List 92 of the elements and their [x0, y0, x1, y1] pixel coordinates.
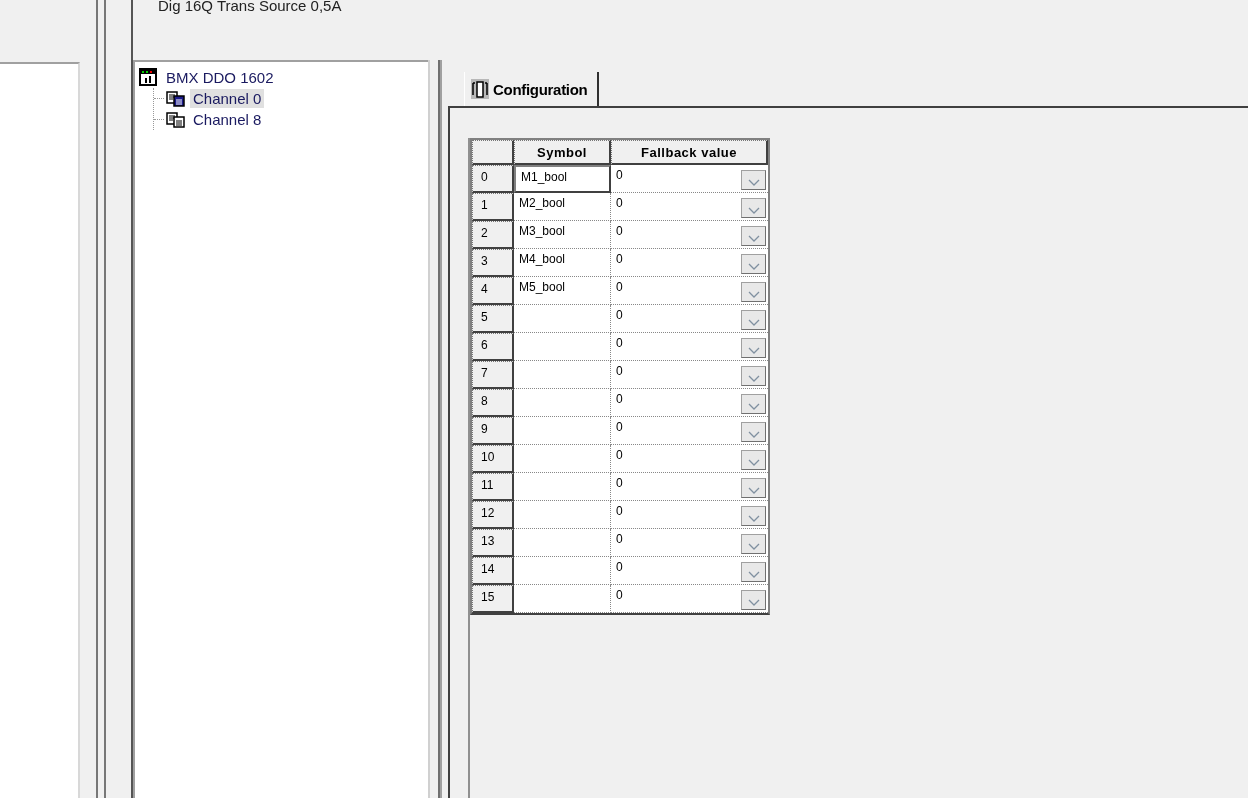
documents-icon	[166, 111, 186, 128]
chevron-down-icon	[747, 319, 760, 326]
symbol-cell[interactable]	[514, 585, 611, 613]
dropdown-button[interactable]	[741, 562, 766, 582]
symbol-cell[interactable]	[514, 305, 611, 333]
table-cell-text: 0	[616, 252, 623, 268]
splitter[interactable]	[428, 60, 440, 798]
table-cell-text: 0	[616, 336, 623, 352]
chevron-down-icon	[747, 459, 760, 466]
row-header: 8	[472, 389, 514, 417]
table-cell-text: 0	[616, 168, 623, 184]
table-cell-text: 0	[616, 476, 623, 492]
chevron-down-icon	[747, 599, 760, 606]
symbol-cell[interactable]	[514, 557, 611, 585]
row-header: 13	[472, 529, 514, 557]
dropdown-button[interactable]	[741, 282, 766, 302]
module-icon	[139, 68, 157, 86]
chevron-down-icon	[747, 431, 760, 438]
dropdown-button[interactable]	[741, 310, 766, 330]
dropdown-button[interactable]	[741, 450, 766, 470]
row-header: 6	[472, 333, 514, 361]
row-header: 5	[472, 305, 514, 333]
chevron-down-icon	[747, 543, 760, 550]
table-cell-text: 0	[616, 364, 623, 380]
tree-item[interactable]: Channel 0	[190, 89, 265, 108]
table-cell-text: 0	[616, 560, 623, 576]
dropdown-button[interactable]	[741, 254, 766, 274]
symbol-cell[interactable]	[514, 389, 611, 417]
column-header: Symbol	[514, 140, 611, 165]
symbol-cell[interactable]: M2_bool	[514, 193, 611, 221]
row-header: 9	[472, 417, 514, 445]
chevron-down-icon	[747, 487, 760, 494]
row-header: 4	[472, 277, 514, 305]
table-cell-text: 0	[616, 448, 623, 464]
table-cell-text: 0	[616, 588, 623, 604]
chevron-down-icon	[747, 207, 760, 214]
symbol-cell[interactable]	[514, 417, 611, 445]
documents-icon	[166, 90, 186, 107]
row-header: 2	[472, 221, 514, 249]
row-header: 7	[472, 361, 514, 389]
row-header: 15	[472, 585, 514, 613]
chevron-down-icon	[747, 571, 760, 578]
symbol-cell[interactable]: M4_bool	[514, 249, 611, 277]
dropdown-button[interactable]	[741, 366, 766, 386]
dropdown-button[interactable]	[741, 506, 766, 526]
symbol-cell[interactable]	[514, 361, 611, 389]
row-header: 3	[472, 249, 514, 277]
dropdown-button[interactable]	[741, 590, 766, 610]
dropdown-button[interactable]	[741, 478, 766, 498]
module-icon	[471, 79, 489, 99]
table-cell-text: 0	[616, 392, 623, 408]
chevron-down-icon	[747, 291, 760, 298]
chevron-down-icon	[747, 375, 760, 382]
table-cell-text: 0	[616, 420, 623, 436]
symbol-cell[interactable]: M1_bool	[514, 165, 611, 193]
symbol-cell[interactable]	[514, 333, 611, 361]
row-header: 11	[472, 473, 514, 501]
chevron-down-icon	[747, 235, 760, 242]
symbol-cell[interactable]: M3_bool	[514, 221, 611, 249]
dropdown-button[interactable]	[741, 170, 766, 190]
row-header: 1	[472, 193, 514, 221]
tree-item[interactable]: BMX DDO 1602	[163, 67, 277, 87]
tab[interactable]: Configuration	[464, 72, 600, 106]
dropdown-button[interactable]	[741, 226, 766, 246]
chevron-down-icon	[747, 403, 760, 410]
dropdown-button[interactable]	[741, 534, 766, 554]
symbol-cell[interactable]	[514, 473, 611, 501]
symbol-cell[interactable]	[514, 529, 611, 557]
chevron-down-icon	[747, 263, 760, 270]
dropdown-button[interactable]	[741, 422, 766, 442]
table-cell-text: 0	[616, 280, 623, 296]
row-header: 14	[472, 557, 514, 585]
row-header: 10	[472, 445, 514, 473]
symbol-cell[interactable]	[514, 501, 611, 529]
dropdown-button[interactable]	[741, 338, 766, 358]
chevron-down-icon	[747, 347, 760, 354]
chevron-down-icon	[747, 179, 760, 186]
table-cell-text: 0	[616, 308, 623, 324]
table-cell-text: 0	[616, 532, 623, 548]
module-description: Dig 16Q Trans Source 0,5A	[158, 0, 343, 14]
row-header: 12	[472, 501, 514, 529]
dropdown-button[interactable]	[741, 198, 766, 218]
dropdown-button[interactable]	[741, 394, 766, 414]
tree-item[interactable]: Channel 8	[190, 110, 265, 129]
chevron-down-icon	[747, 515, 760, 522]
row-header: 0	[472, 165, 514, 193]
table-cell-text: 0	[616, 224, 623, 240]
column-header: Fallback value	[611, 140, 768, 165]
symbol-cell[interactable]: M5_bool	[514, 277, 611, 305]
symbol-cell[interactable]	[514, 445, 611, 473]
table-cell-text: 0	[616, 504, 623, 520]
table-cell-text: 0	[616, 196, 623, 212]
